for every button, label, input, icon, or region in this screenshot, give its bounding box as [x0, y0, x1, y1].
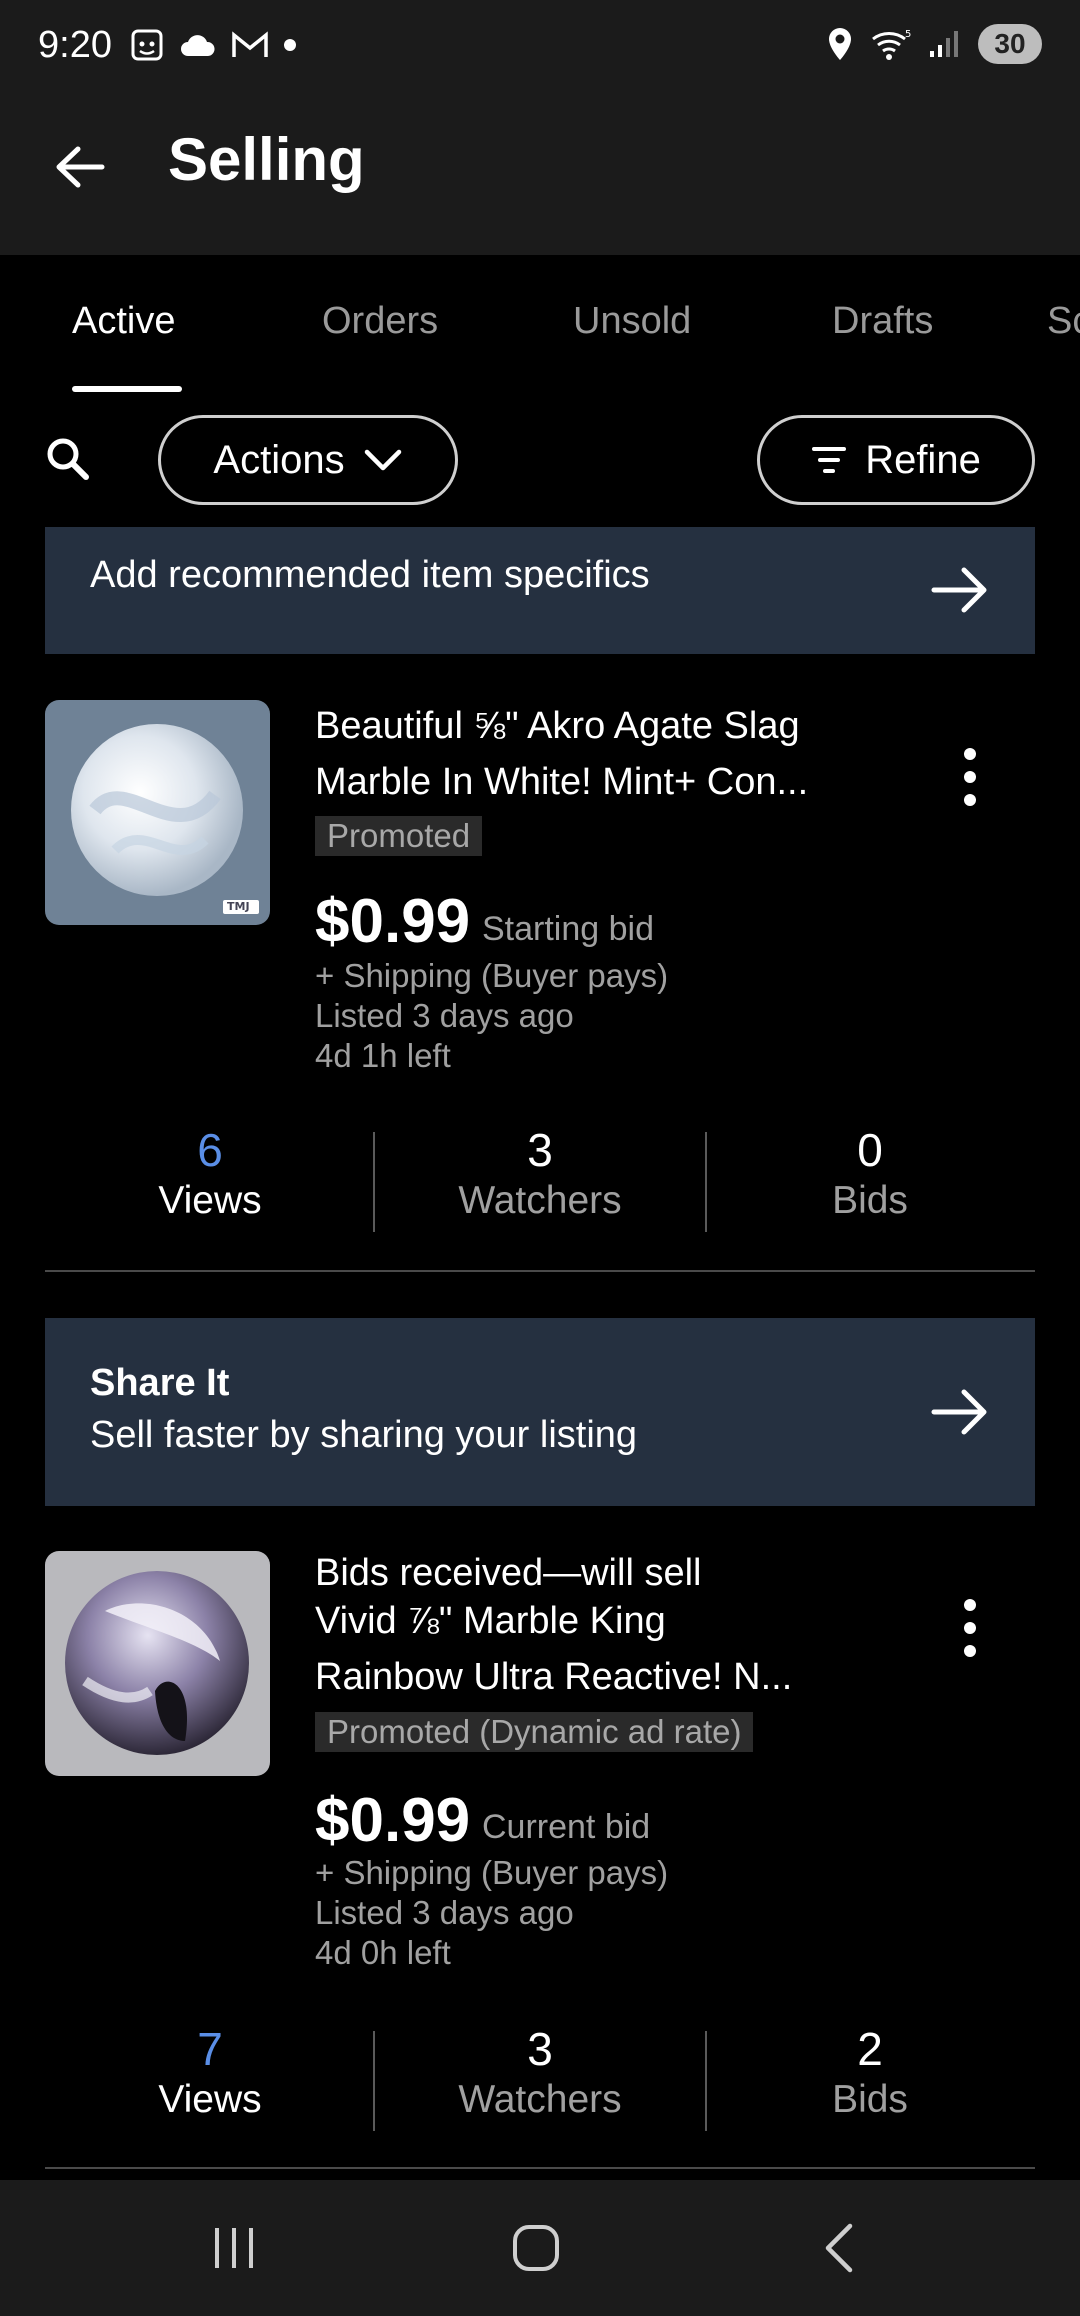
- promoted-badge: Promoted (Dynamic ad rate): [315, 1712, 754, 1752]
- listing-stats: 7 Views 3 Watchers 2 Bids: [45, 2023, 1035, 2133]
- divider: [45, 1270, 1035, 1272]
- more-options-button[interactable]: [950, 742, 990, 812]
- chevron-down-icon: [364, 449, 401, 471]
- active-tab-indicator: [72, 386, 182, 392]
- screenshot-icon: [131, 29, 163, 61]
- item-specifics-text: Add recommended item specifics: [90, 554, 650, 596]
- price-note: Current bid: [482, 1808, 651, 1846]
- share-it-title: Share It: [90, 1362, 230, 1404]
- recent-apps-icon: [215, 2228, 253, 2268]
- home-icon: [513, 2225, 559, 2271]
- arrow-right-icon: [931, 1389, 987, 1435]
- stat-watchers: 3 Watchers: [458, 1124, 622, 1222]
- app-bar: Selling: [0, 95, 1080, 255]
- thumbnail-watermark: TMJ: [227, 900, 250, 913]
- back-arrow-icon: [56, 146, 105, 188]
- share-it-banner[interactable]: Share It Sell faster by sharing your lis…: [45, 1318, 1035, 1506]
- system-back-button[interactable]: [800, 2218, 880, 2278]
- search-button[interactable]: [44, 435, 92, 483]
- listing-stats: 6 Views 3 Watchers 0 Bids: [45, 1124, 1035, 1234]
- stat-views[interactable]: 7 Views: [45, 2023, 375, 2125]
- listing-title[interactable]: Bids received—will sell Vivid ⅞" Marble …: [315, 1549, 875, 1701]
- status-time: 9:20: [38, 24, 112, 66]
- filter-toolbar: Actions Refine: [0, 395, 1080, 525]
- cloud-icon: [181, 35, 215, 56]
- tab-drafts[interactable]: Drafts: [832, 300, 933, 343]
- home-button[interactable]: [496, 2218, 576, 2278]
- listing-price: $0.99: [315, 887, 471, 956]
- battery-icon: 30: [978, 24, 1042, 64]
- stat-bids: 0 Bids: [832, 1124, 908, 1222]
- signal-icon: [930, 31, 958, 57]
- listing-thumbnail[interactable]: [45, 1551, 270, 1776]
- listing-item[interactable]: Bids received—will sell Vivid ⅞" Marble …: [0, 1551, 1080, 2171]
- listing-meta: + Shipping (Buyer pays) Listed 3 days ag…: [315, 957, 669, 1074]
- back-button[interactable]: [48, 135, 112, 199]
- gmail-icon: [232, 31, 268, 57]
- refine-label: Refine: [865, 437, 981, 482]
- more-options-button[interactable]: [950, 1593, 990, 1663]
- arrow-right-icon: [931, 567, 987, 613]
- wifi-icon: 5: [872, 29, 911, 60]
- recent-apps-button[interactable]: [194, 2218, 274, 2278]
- chevron-left-icon: [825, 2223, 853, 2273]
- actions-dropdown[interactable]: Actions: [158, 415, 458, 505]
- system-nav-bar: [0, 2180, 1080, 2316]
- refine-button[interactable]: Refine: [757, 415, 1035, 505]
- status-bar: 9:20 5 30: [0, 0, 1080, 95]
- marble-image: [71, 724, 259, 914]
- item-specifics-banner[interactable]: Add recommended item specifics: [45, 527, 1035, 654]
- svg-text:5: 5: [905, 29, 911, 40]
- stat-watchers: 3 Watchers: [458, 2023, 622, 2121]
- listing-meta: + Shipping (Buyer pays) Listed 3 days ag…: [315, 1854, 669, 1971]
- filter-icon: [812, 447, 847, 473]
- listing-thumbnail[interactable]: TMJ: [45, 700, 270, 925]
- actions-label: Actions: [213, 437, 345, 482]
- price-note: Starting bid: [482, 910, 654, 948]
- listing-title[interactable]: Beautiful ⅝" Akro Agate Slag Marble In W…: [315, 698, 875, 810]
- page-title: Selling: [168, 126, 365, 193]
- promoted-badge: Promoted: [315, 816, 483, 856]
- notification-dot-icon: [284, 39, 296, 51]
- stat-views[interactable]: 6 Views: [45, 1124, 375, 1226]
- marble-image: [65, 1571, 249, 1755]
- tab-active[interactable]: Active: [72, 300, 175, 343]
- listing-item[interactable]: TMJ Beautiful ⅝" Akro Agate Slag Marble …: [0, 700, 1080, 1272]
- location-icon: [829, 28, 851, 60]
- stat-bids: 2 Bids: [832, 2023, 908, 2121]
- divider: [45, 2167, 1035, 2169]
- listing-price: $0.99: [315, 1786, 471, 1855]
- search-icon: [47, 438, 89, 480]
- tab-bar: Active Orders Unsold Drafts Sc: [0, 255, 1080, 395]
- tab-orders[interactable]: Orders: [322, 300, 438, 343]
- tab-scheduled[interactable]: Sc: [1047, 300, 1080, 343]
- tab-unsold[interactable]: Unsold: [573, 300, 691, 343]
- share-it-subtitle: Sell faster by sharing your listing: [90, 1414, 638, 1456]
